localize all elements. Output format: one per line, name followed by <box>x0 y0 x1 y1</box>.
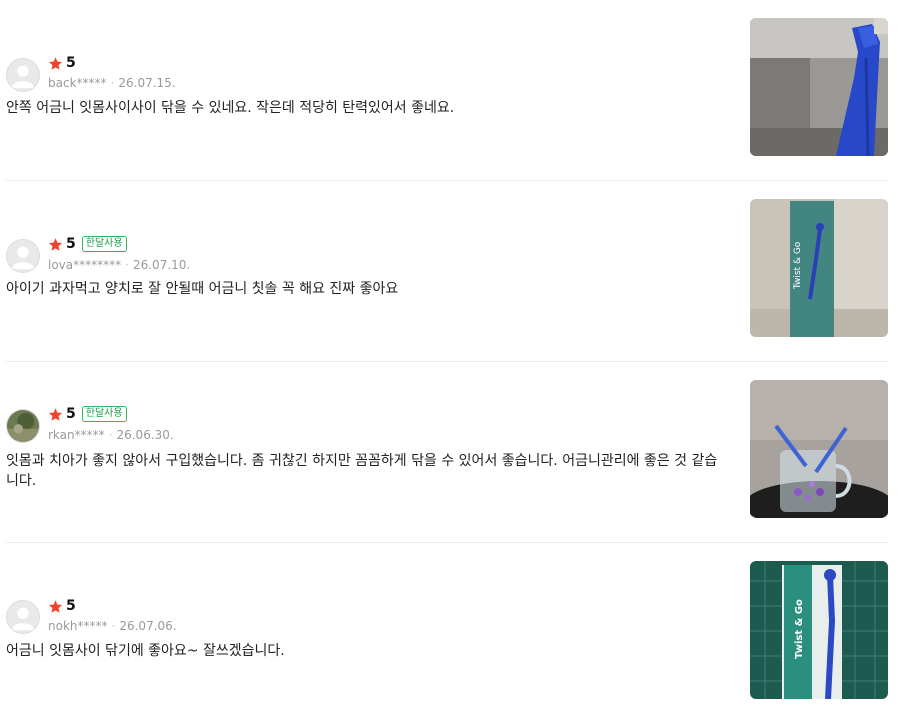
review-item: 5 nokh***** · 26.07.06. 어금니 잇몸사이 닦기에 좋아요~ … <box>0 543 899 724</box>
review-meta: back***** · 26.07.15. <box>48 76 176 90</box>
rating: 5 <box>48 598 76 614</box>
review-item: 5 한달사용 rkan***** · 26.06.30. 잇몸과 치아가 좋지 않아… <box>0 362 899 543</box>
review-text: 안쪽 어금니 잇몸사이사이 닦을 수 있네요. 작은데 적당히 탄력있어서 좋네… <box>6 100 455 116</box>
reviewer-id: back***** <box>48 76 107 90</box>
review-photo[interactable] <box>750 380 888 518</box>
review-item: 5 한달사용 lova******** · 26.07.10. 아이기 과자먹고 양… <box>0 181 899 362</box>
rating: 5 한달사용 <box>48 236 127 252</box>
star-icon <box>48 56 63 70</box>
review-text: 아이기 과자먹고 양치로 잘 안될때 어금니 칫솔 꼭 해요 진짜 좋아요 <box>6 281 399 297</box>
rating: 5 <box>48 55 76 71</box>
rating-score: 5 <box>66 236 76 252</box>
avatar[interactable] <box>6 600 40 634</box>
star-icon <box>48 599 63 613</box>
review-photo[interactable]: Twist & Go <box>750 561 888 699</box>
reviewer-id: lova******** <box>48 258 122 272</box>
rating-score: 5 <box>66 598 76 614</box>
review-date: 26.07.15. <box>118 76 176 90</box>
rating: 5 한달사용 <box>48 406 127 422</box>
avatar[interactable] <box>6 239 40 273</box>
star-icon <box>48 407 63 421</box>
reviewer-id: nokh***** <box>48 619 108 633</box>
package-label: Twist & Go <box>793 241 803 290</box>
review-date: 26.07.10. <box>132 258 191 272</box>
review-text: 어금니 잇몸사이 닦기에 좋아요~ 잘쓰겠습니다. <box>6 643 285 659</box>
review-item: 5 back***** · 26.07.15. 안쪽 어금니 잇몸사이사이 닦을 수… <box>0 0 899 181</box>
rating-score: 5 <box>66 406 76 422</box>
review-text: 잇몸과 치아가 좋지 않아서 구입했습니다. 좀 귀찮긴 하지만 꼼꼼하게 닦을… <box>6 453 718 489</box>
avatar[interactable] <box>6 58 40 92</box>
package-label: Twist & Go <box>794 599 805 659</box>
star-icon <box>48 237 63 251</box>
review-meta: nokh***** · 26.07.06. <box>48 619 177 633</box>
reviewer-id: rkan***** <box>48 428 105 442</box>
review-meta: rkan***** · 26.06.30. <box>48 428 174 442</box>
review-photo[interactable]: Twist & Go <box>750 199 888 337</box>
review-date: 26.07.06. <box>119 619 177 633</box>
rating-score: 5 <box>66 55 76 71</box>
review-meta: lova******** · 26.07.10. <box>48 258 191 272</box>
review-date: 26.06.30. <box>116 428 174 442</box>
usage-badge: 한달사용 <box>81 236 127 252</box>
review-photo[interactable] <box>750 18 888 156</box>
avatar[interactable] <box>6 409 40 443</box>
usage-badge: 한달사용 <box>81 406 127 422</box>
